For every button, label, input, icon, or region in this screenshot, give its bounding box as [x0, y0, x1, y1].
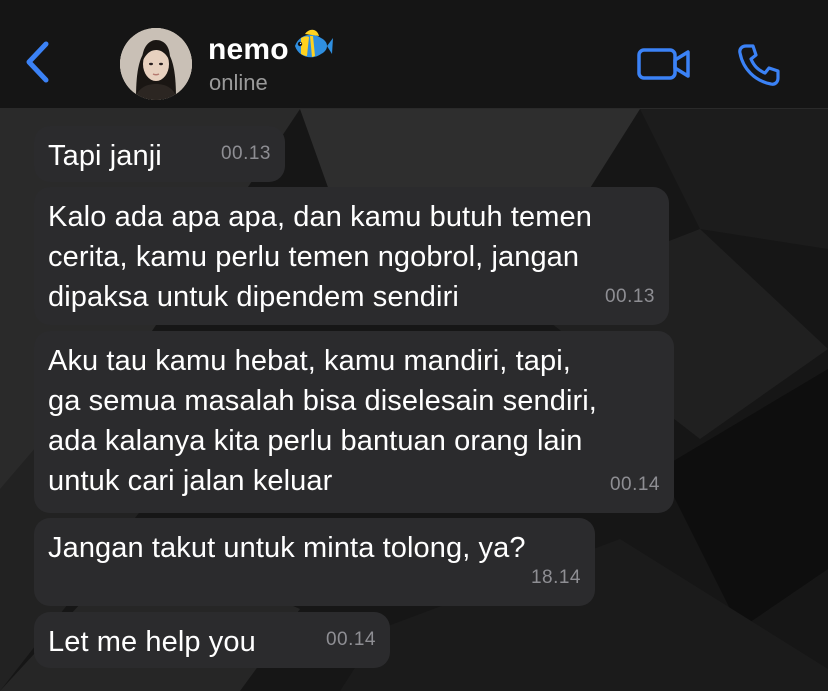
- chat-background: Tapi janji 00.13 Kalo ada apa apa, dan k…: [0, 109, 828, 691]
- message-time: 00.13: [604, 286, 655, 307]
- message-time: 18.14: [530, 567, 581, 588]
- chevron-left-icon: [26, 41, 49, 83]
- tropical-fish-icon: [291, 28, 333, 67]
- voice-call-button[interactable]: [736, 42, 782, 88]
- contact-name[interactable]: nemo: [208, 33, 289, 67]
- avatar[interactable]: [120, 28, 192, 100]
- avatar-photo: [120, 28, 192, 100]
- contact-status: online: [209, 70, 268, 95]
- chat-header: nemo online: [0, 0, 828, 109]
- message-text: Jangan takut untuk minta tolong, ya?: [48, 532, 526, 564]
- message-time: 00.13: [220, 143, 271, 164]
- message-text: Kalo ada apa apa, dan kamu butuh temen c…: [48, 201, 592, 313]
- message-bubble[interactable]: Tapi janji 00.13: [34, 126, 285, 182]
- message-bubble[interactable]: Let me help you 00.14: [34, 612, 390, 668]
- phone-icon: [738, 44, 780, 86]
- message-time: 00.14: [609, 474, 660, 495]
- message-bubble[interactable]: Aku tau kamu hebat, kamu mandiri, tapi, …: [34, 331, 674, 513]
- video-camera-icon: [637, 48, 690, 80]
- message-text: Aku tau kamu hebat, kamu mandiri, tapi, …: [48, 345, 597, 497]
- back-button[interactable]: [20, 38, 56, 86]
- video-call-button[interactable]: [636, 46, 692, 82]
- message-time: 00.14: [325, 629, 376, 650]
- message-bubble[interactable]: Kalo ada apa apa, dan kamu butuh temen c…: [34, 187, 669, 325]
- message-bubble[interactable]: Jangan takut untuk minta tolong, ya? 18.…: [34, 518, 595, 606]
- contact-name-row[interactable]: nemo: [208, 28, 333, 70]
